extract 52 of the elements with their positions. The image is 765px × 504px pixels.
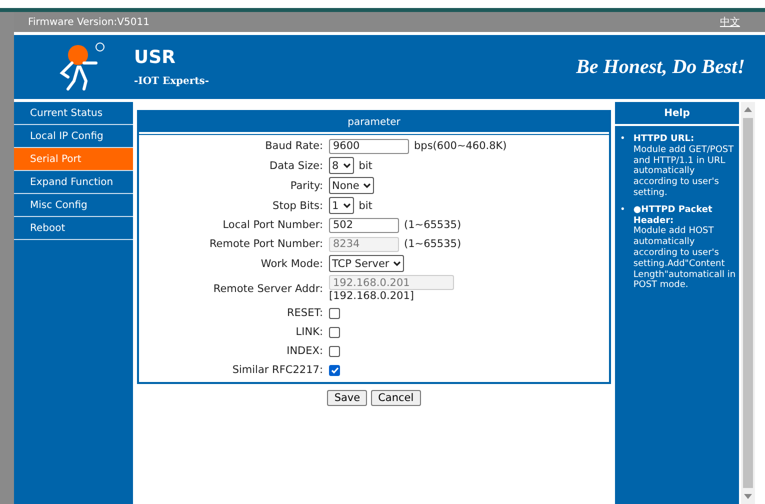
scrollbar-thumb[interactable] bbox=[743, 118, 753, 488]
checkbox[interactable] bbox=[329, 308, 340, 318]
field-label: Data Size: bbox=[268, 160, 324, 172]
field-label: Remote Port Number: bbox=[208, 238, 324, 250]
scroll-down-icon[interactable] bbox=[744, 494, 752, 500]
address-text: [192.168.0.201] bbox=[329, 290, 414, 302]
scroll-up-icon[interactable] bbox=[744, 106, 752, 112]
field-label: Parity: bbox=[289, 180, 324, 192]
field-label: Baud Rate: bbox=[264, 140, 324, 152]
field-label: Stop Bits: bbox=[272, 200, 324, 212]
dropdown[interactable]: None bbox=[329, 177, 374, 194]
caret-icon bbox=[342, 202, 351, 208]
form-button[interactable]: Save bbox=[327, 390, 368, 406]
checkbox[interactable] bbox=[329, 346, 340, 356]
sidebar-item[interactable]: Misc Config bbox=[14, 194, 133, 217]
hint-text: bps(600~460.8K) bbox=[414, 140, 507, 152]
field-label: INDEX: bbox=[286, 345, 324, 357]
field-label: RESET: bbox=[286, 307, 324, 319]
sidebar-item[interactable]: Current Status bbox=[14, 102, 133, 125]
brand-name: USR bbox=[134, 47, 176, 68]
tagline: -IOT Experts- bbox=[134, 76, 210, 87]
help-title: Help bbox=[615, 102, 739, 126]
dropdown[interactable]: TCP Server bbox=[329, 255, 404, 272]
caret-icon bbox=[393, 260, 402, 266]
slogan: Be Honest, Do Best! bbox=[576, 56, 745, 78]
firmware-version: Firmware Version:V5011 bbox=[28, 16, 150, 28]
field-label: Work Mode: bbox=[260, 258, 324, 270]
hint-text: (1~65535) bbox=[404, 219, 462, 231]
sidebar-item[interactable]: Expand Function bbox=[14, 171, 133, 194]
help-item: HTTPD URL: Module add GET/POST and HTTP/1.1 in URL automatically according to user's setting. bbox=[633, 134, 735, 199]
bullet: • bbox=[620, 204, 626, 216]
bullet: • bbox=[620, 134, 626, 145]
caret-icon bbox=[342, 162, 351, 168]
field-label: Remote Server Addr: bbox=[212, 282, 324, 294]
field-label: LINK: bbox=[294, 326, 324, 338]
unit-text: bit bbox=[358, 160, 372, 172]
field-label: Similar RFC2217: bbox=[231, 364, 324, 376]
dropdown[interactable]: 1 bbox=[329, 197, 354, 214]
form-button[interactable]: Cancel bbox=[371, 390, 421, 406]
language-link[interactable]: 中文 bbox=[720, 15, 740, 29]
checkbox[interactable] bbox=[329, 326, 340, 338]
dropdown[interactable]: 8 bbox=[329, 157, 354, 174]
checkbox[interactable] bbox=[329, 364, 340, 376]
unit-text: bit bbox=[358, 200, 372, 212]
hint-text: (1~65535) bbox=[404, 238, 462, 250]
help-item: ●HTTPD Packet Header: Module add HOST automatically according to user's setting.Add"Content Length"automaticall in POST mode. bbox=[633, 204, 737, 292]
input-field[interactable]: 502 bbox=[329, 218, 399, 232]
panel-title: parameter bbox=[139, 112, 609, 134]
caret-icon bbox=[363, 182, 372, 188]
sidebar-item[interactable]: Reboot bbox=[14, 217, 133, 240]
field-label: Local Port Number: bbox=[222, 219, 324, 231]
input-field[interactable]: 9600 bbox=[329, 138, 409, 154]
